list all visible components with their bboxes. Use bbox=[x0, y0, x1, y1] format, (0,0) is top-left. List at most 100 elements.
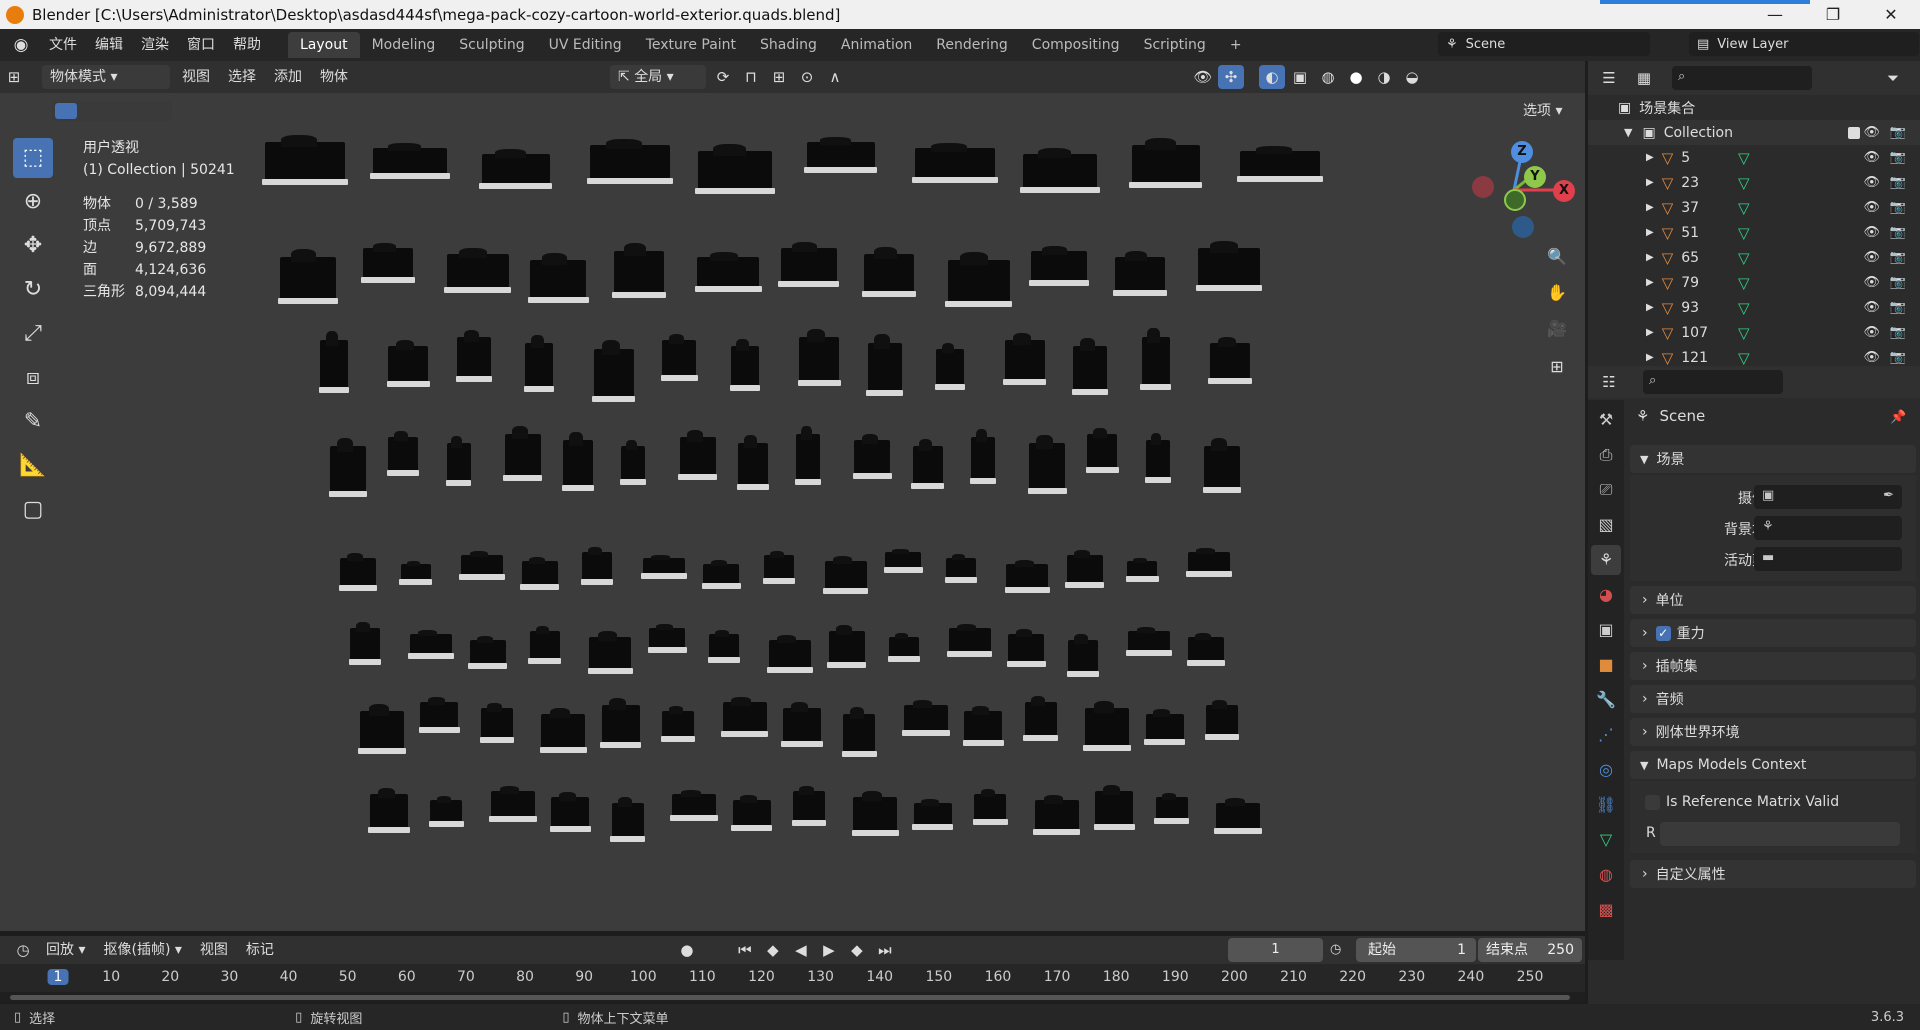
outliner-object-row[interactable]: ▶ ▽ 23 ▽ 👁 📷 bbox=[1588, 170, 1920, 195]
shading-solid-icon[interactable]: ● bbox=[1343, 65, 1369, 89]
scene-model[interactable] bbox=[1214, 798, 1262, 834]
tab-scripting[interactable]: Scripting bbox=[1132, 32, 1218, 58]
tab-uv-editing[interactable]: UV Editing bbox=[537, 32, 634, 58]
camera-icon[interactable]: 📷 bbox=[1890, 150, 1906, 165]
eye-icon[interactable]: 👁 bbox=[1863, 250, 1880, 265]
scene-model[interactable] bbox=[1140, 328, 1171, 390]
proportional-edit-icon[interactable]: ⊙ bbox=[794, 65, 820, 89]
expand-arrow-icon[interactable]: ▶ bbox=[1646, 152, 1654, 163]
menu-file[interactable]: 文件 bbox=[40, 29, 86, 61]
scene-model[interactable] bbox=[866, 334, 904, 396]
scene-model[interactable] bbox=[528, 253, 589, 303]
scene-model[interactable] bbox=[587, 631, 634, 674]
outliner-scene-collection[interactable]: ▣ 场景集合 bbox=[1588, 95, 1920, 120]
background-scene-field[interactable]: ⚘ bbox=[1754, 516, 1902, 540]
expand-arrow-icon[interactable]: ▶ bbox=[1646, 177, 1654, 188]
camera-field[interactable]: ▣ ✒ bbox=[1754, 485, 1902, 509]
scene-model[interactable] bbox=[729, 338, 760, 391]
shading-material-icon[interactable]: ◑ bbox=[1371, 65, 1397, 89]
scene-model[interactable] bbox=[1083, 701, 1131, 751]
scene-model[interactable] bbox=[1071, 338, 1109, 395]
scene-model[interactable] bbox=[944, 554, 977, 583]
panel-rigid-body-world[interactable]: › 刚体世界环境 bbox=[1630, 718, 1916, 746]
scene-model[interactable] bbox=[1065, 549, 1105, 588]
scene-model[interactable] bbox=[561, 431, 595, 491]
eye-icon[interactable]: 👁 bbox=[1863, 350, 1880, 365]
camera-icon[interactable]: 📷 bbox=[1890, 175, 1906, 190]
camera-icon[interactable]: 📷 bbox=[1890, 325, 1906, 340]
scene-model[interactable] bbox=[911, 439, 944, 489]
expand-arrow-icon[interactable]: ▶ bbox=[1646, 277, 1654, 288]
outliner-object-row[interactable]: ▶ ▽ 79 ▽ 👁 📷 bbox=[1588, 270, 1920, 295]
panel-audio[interactable]: › 音频 bbox=[1630, 685, 1916, 713]
scene-model[interactable] bbox=[736, 435, 770, 490]
outliner-object-row[interactable]: ▶ ▽ 5 ▽ 👁 📷 bbox=[1588, 145, 1920, 170]
eye-icon[interactable]: 👁 bbox=[1863, 275, 1880, 290]
timeline-marker-menu[interactable]: 标记 bbox=[237, 934, 283, 966]
scene-model[interactable] bbox=[611, 243, 666, 298]
tool-tab-icon[interactable]: ⚒ bbox=[1591, 405, 1621, 435]
scene-model[interactable] bbox=[610, 796, 645, 842]
outliner-object-row[interactable]: ▶ ▽ 37 ▽ 👁 📷 bbox=[1588, 195, 1920, 220]
scene-model[interactable] bbox=[851, 790, 900, 836]
select-mode-buttons[interactable] bbox=[52, 101, 172, 121]
select-box-tool-icon[interactable]: ⬚ bbox=[13, 138, 53, 178]
scene-model[interactable] bbox=[528, 625, 561, 664]
constraints-tab-icon[interactable]: ⛓ bbox=[1591, 790, 1621, 820]
scene-model[interactable] bbox=[660, 706, 696, 742]
scene-model[interactable] bbox=[489, 786, 537, 822]
scene-model[interactable] bbox=[549, 791, 591, 832]
scene-model[interactable] bbox=[1006, 628, 1046, 667]
scene-model[interactable] bbox=[969, 429, 996, 484]
scene-model[interactable] bbox=[600, 698, 642, 748]
options-dropdown[interactable]: 选项 ▾ bbox=[1523, 100, 1573, 120]
rotate-tool-icon[interactable]: ↻ bbox=[13, 270, 53, 310]
modifier-tab-icon[interactable]: 🔧 bbox=[1591, 685, 1621, 715]
gizmo-neg-z-axis[interactable] bbox=[1512, 216, 1534, 238]
outliner-search-input[interactable]: ⌕ bbox=[1672, 66, 1812, 90]
scene-model[interactable] bbox=[370, 143, 451, 179]
scene-model[interactable] bbox=[778, 241, 839, 287]
jump-end-icon[interactable]: ⏭ bbox=[872, 938, 898, 962]
collapse-arrow-icon[interactable]: ▼ bbox=[1624, 126, 1632, 139]
timeline-ruler[interactable]: 1 10 20 30 40 50 60 70 80 90 100 110 120 130 140 150 160… bbox=[0, 964, 1585, 992]
output-tab-icon[interactable]: ⎚ bbox=[1591, 475, 1621, 505]
scene-model[interactable] bbox=[1003, 332, 1047, 385]
transform-tool-icon[interactable]: ⧈ bbox=[13, 358, 53, 398]
snap-icon[interactable]: ⊓ bbox=[738, 65, 764, 89]
menu-edit[interactable]: 编辑 bbox=[86, 29, 132, 61]
menu-render[interactable]: 渲染 bbox=[132, 29, 178, 61]
scale-tool-icon[interactable]: ⤢ bbox=[13, 314, 53, 354]
measure-tool-icon[interactable]: 📐 bbox=[13, 446, 53, 486]
scene-model[interactable] bbox=[973, 789, 1008, 825]
scene-model[interactable] bbox=[479, 702, 515, 743]
scene-model[interactable] bbox=[277, 249, 339, 304]
timeline-editor-icon[interactable]: ◷ bbox=[10, 938, 36, 962]
panel-gravity[interactable]: › ✓ 重力 bbox=[1630, 619, 1916, 647]
timeline-scrollbar[interactable] bbox=[0, 992, 1585, 1002]
scene-model[interactable] bbox=[852, 433, 892, 479]
scene-model[interactable] bbox=[946, 623, 993, 657]
expand-arrow-icon[interactable]: ▶ bbox=[1646, 352, 1654, 363]
scene-model[interactable] bbox=[408, 630, 454, 659]
timeline-view-menu[interactable]: 视图 bbox=[191, 934, 237, 966]
add-workspace-button[interactable]: + bbox=[1218, 32, 1254, 58]
display-mode-icon[interactable]: ▦ bbox=[1631, 66, 1657, 90]
scene-model[interactable] bbox=[1028, 245, 1090, 286]
scene-model[interactable] bbox=[1144, 709, 1186, 745]
scene-model[interactable] bbox=[707, 629, 741, 663]
scene-model[interactable] bbox=[791, 785, 827, 826]
scene-model[interactable] bbox=[361, 242, 416, 283]
scene-model[interactable] bbox=[1202, 438, 1242, 493]
scene-model[interactable] bbox=[935, 342, 966, 390]
view-layer-selector[interactable]: ▤ View Layer bbox=[1689, 32, 1919, 56]
zoom-view-icon[interactable]: 🔍 bbox=[1542, 242, 1572, 272]
scene-model[interactable] bbox=[586, 138, 674, 184]
viewport-menu-add[interactable]: 添加 bbox=[265, 61, 311, 93]
world-tab-icon[interactable]: ◕ bbox=[1591, 580, 1621, 610]
matrix-r-field[interactable] bbox=[1660, 822, 1900, 846]
scene-model[interactable] bbox=[1126, 627, 1172, 656]
scene-model[interactable] bbox=[1032, 794, 1081, 835]
scene-model[interactable] bbox=[1027, 434, 1067, 494]
add-cube-tool-icon[interactable]: ▢ bbox=[13, 490, 53, 530]
